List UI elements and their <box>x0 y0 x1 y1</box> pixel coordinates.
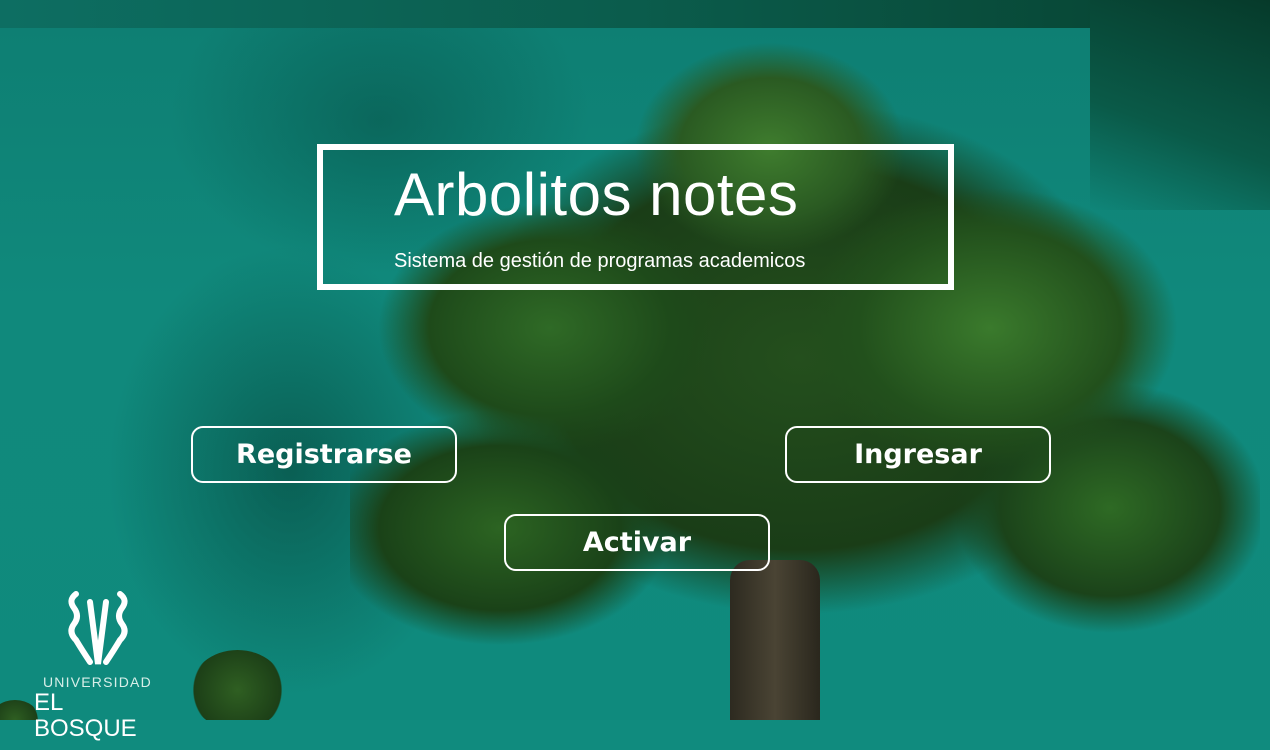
university-emblem-icon <box>68 591 128 665</box>
logo-text-line1: UNIVERSIDAD <box>43 674 152 690</box>
register-button[interactable]: Registrarse <box>191 426 457 483</box>
activate-button[interactable]: Activar <box>504 514 770 571</box>
tree-trunk <box>730 560 820 720</box>
bush-image <box>190 650 285 730</box>
bottom-band <box>0 720 1270 750</box>
logo-text-line2: EL BOSQUE <box>34 689 137 742</box>
login-button[interactable]: Ingresar <box>785 426 1051 483</box>
page-subtitle: Sistema de gestión de programas academic… <box>394 250 806 272</box>
top-band <box>0 0 1270 28</box>
university-logo: UNIVERSIDAD EL BOSQUE <box>30 588 170 742</box>
page-title: Arbolitos notes <box>394 161 799 228</box>
